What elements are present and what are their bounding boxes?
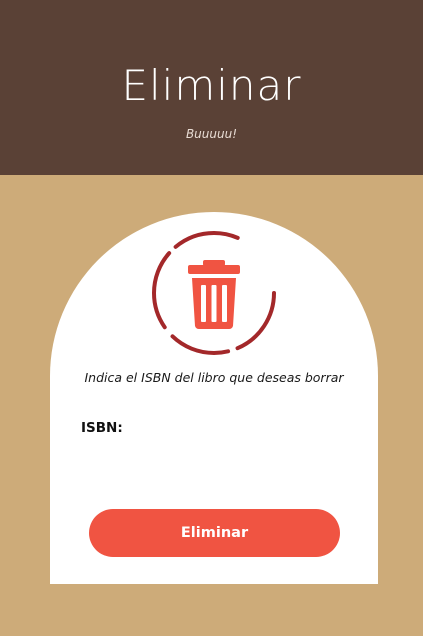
form-instruction: Indica el ISBN del libro que deseas borr… xyxy=(84,370,344,385)
page-header: Eliminar Buuuuu! xyxy=(0,0,423,175)
delete-button[interactable]: Eliminar xyxy=(89,509,340,557)
isbn-label: ISBN: xyxy=(81,420,123,436)
page-title: Eliminar xyxy=(121,61,302,110)
trash-can-icon xyxy=(151,230,277,356)
isbn-input[interactable] xyxy=(132,413,362,441)
page-subtitle: Buuuuu! xyxy=(185,127,238,141)
